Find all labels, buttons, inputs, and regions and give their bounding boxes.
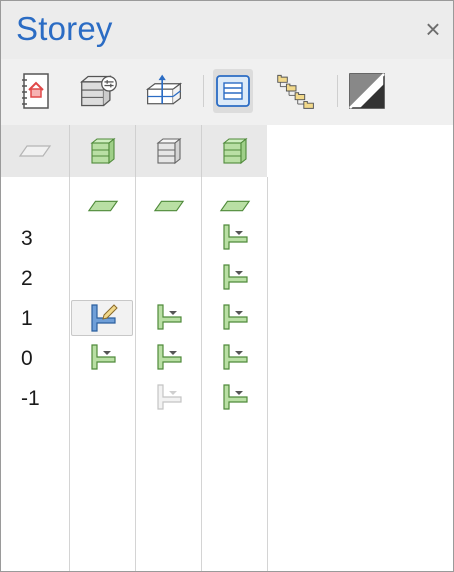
storey-elevation-icon [145, 74, 183, 105]
storey-marker-icon [157, 344, 182, 370]
storey-marker-cell[interactable] [153, 304, 185, 330]
storey-label: 0 [21, 347, 33, 370]
storey-label: 1 [21, 307, 33, 330]
toolbar-separator [203, 75, 204, 107]
storey-document-icon [22, 73, 49, 109]
toolbar [1, 59, 453, 125]
slab-cell[interactable] [153, 193, 185, 219]
storey-marker-icon [223, 264, 248, 290]
title-bar: Storey × [1, 1, 453, 59]
storey-marker-cell[interactable] [219, 264, 251, 290]
slab-cell[interactable] [219, 193, 251, 219]
slab-icon [219, 200, 251, 212]
contrast-toggle-button[interactable] [347, 69, 387, 113]
storey-marker-cell[interactable] [219, 344, 251, 370]
slab-icon [153, 200, 185, 212]
column-header-slab[interactable] [1, 125, 69, 177]
green-building-icon [89, 137, 116, 165]
column-header-1[interactable] [70, 125, 135, 177]
contrast-toggle-icon [349, 73, 385, 109]
green-building-icon [221, 137, 248, 165]
storey-marker-cell-disabled[interactable] [153, 384, 185, 410]
storey-label: -1 [21, 387, 40, 410]
toolbar-separator [337, 75, 338, 107]
storey-marker-disabled-icon [157, 384, 182, 410]
storey-marker-icon [91, 344, 116, 370]
storey-label: 2 [21, 267, 33, 290]
storey-settings-button[interactable] [79, 69, 119, 113]
storey-marker-edit-icon [91, 304, 118, 332]
column-divider [267, 177, 268, 571]
storey-marker-cell[interactable] [219, 304, 251, 330]
storey-marker-cell[interactable] [219, 384, 251, 410]
storey-grid: 3 2 1 0 -1 [1, 125, 453, 571]
storey-marker-selected-cell[interactable] [71, 300, 133, 336]
gray-building-icon [155, 137, 182, 165]
slab-cell[interactable] [87, 193, 119, 219]
list-view-icon [216, 75, 250, 107]
column-header-2[interactable] [136, 125, 201, 177]
storey-marker-icon [223, 344, 248, 370]
storey-marker-icon [223, 224, 248, 250]
slab-icon [18, 145, 52, 157]
storey-marker-icon [223, 384, 248, 410]
column-divider [135, 177, 136, 571]
storey-elevation-button[interactable] [144, 69, 184, 113]
list-view-button[interactable] [213, 69, 253, 113]
storey-marker-icon [157, 304, 182, 330]
storey-marker-cell[interactable] [87, 344, 119, 370]
panel-title: Storey [16, 10, 113, 47]
storey-document-button[interactable] [16, 69, 56, 113]
hierarchy-view-button[interactable] [276, 69, 316, 113]
storey-label: 3 [21, 227, 33, 250]
hierarchy-view-icon [277, 74, 314, 109]
slab-icon [87, 200, 119, 212]
storey-marker-cell[interactable] [219, 224, 251, 250]
storey-marker-icon [223, 304, 248, 330]
column-divider [201, 177, 202, 571]
close-icon[interactable]: × [421, 16, 445, 42]
column-divider [69, 177, 70, 571]
column-header-3[interactable] [202, 125, 267, 177]
storey-settings-icon [80, 75, 117, 107]
storey-marker-cell[interactable] [153, 344, 185, 370]
storey-panel: Storey × 3 2 1 0 -1 [0, 0, 454, 572]
